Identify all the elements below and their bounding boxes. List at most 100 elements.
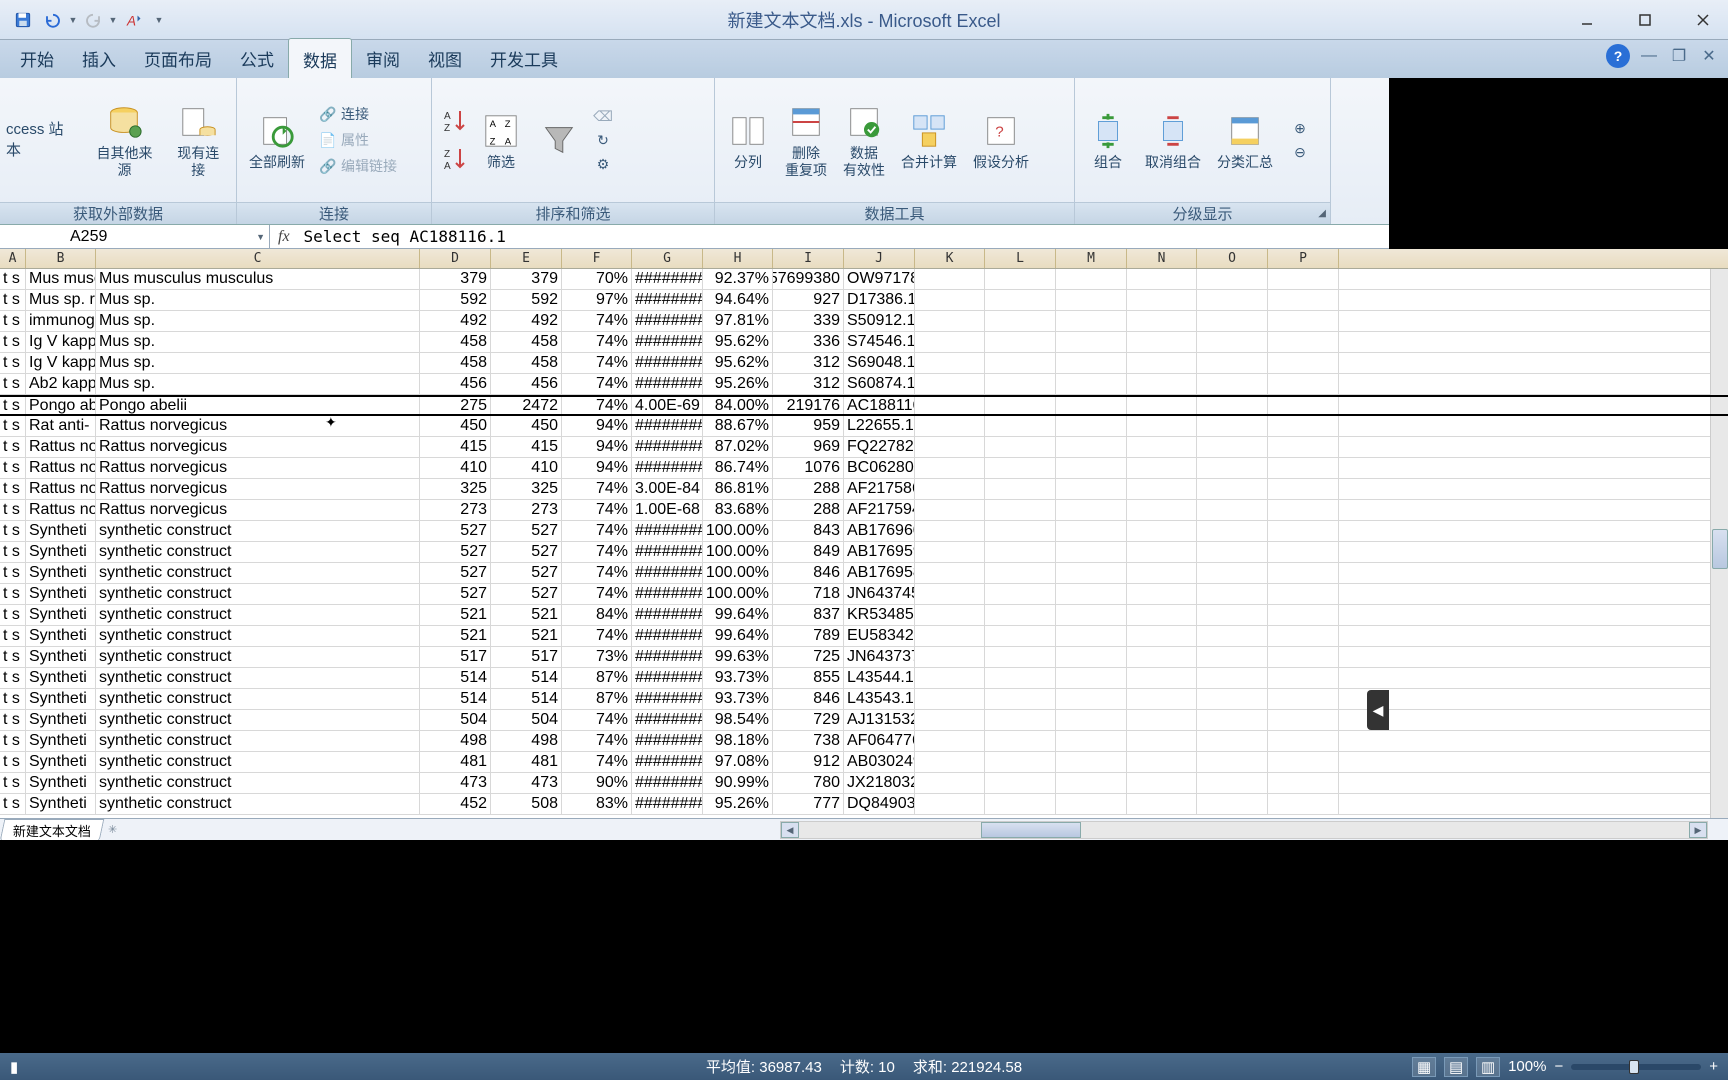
cell[interactable]: JN643745.1 [844,584,915,604]
existing-connections-button[interactable]: 现有连接 [167,97,230,183]
cell[interactable]: Rattus norvegicus [96,416,420,436]
cell[interactable] [1127,647,1197,667]
cell[interactable] [1056,710,1127,730]
cell[interactable] [1056,563,1127,583]
cell[interactable] [1197,710,1268,730]
cell[interactable]: 514 [420,689,491,709]
cell[interactable] [915,668,985,688]
cell[interactable] [985,710,1056,730]
cell[interactable]: Syntheti [26,542,96,562]
table-row[interactable]: t sRattus noRattus norvegicus27327374%1.… [0,500,1728,521]
cell[interactable]: AF064776.1 [844,731,915,751]
tab-审阅[interactable]: 审阅 [352,38,414,78]
cell[interactable] [1268,794,1339,814]
table-row[interactable]: t sPongo abPongo abelii275247274%4.00E-6… [0,395,1728,416]
cell[interactable]: 219176 [773,397,844,414]
cell[interactable]: synthetic construct [96,773,420,793]
cell[interactable]: 312 [773,374,844,394]
cell[interactable]: 780 [773,773,844,793]
cell[interactable] [1056,584,1127,604]
cell[interactable]: t s [0,542,26,562]
column-header-O[interactable]: O [1197,249,1268,268]
cell[interactable]: 379 [491,269,562,289]
cell[interactable]: Ig V kapp [26,332,96,352]
cell[interactable]: 4.00E-69 [632,397,703,414]
cell[interactable] [1268,416,1339,436]
cell[interactable]: 74% [562,731,632,751]
cell[interactable]: JX218032.1 [844,773,915,793]
cell[interactable] [1197,416,1268,436]
cell[interactable]: 517 [420,647,491,667]
sort-descending-button[interactable]: ZA [438,143,470,175]
cell[interactable]: 325 [491,479,562,499]
cell[interactable]: 74% [562,521,632,541]
cell[interactable] [1197,353,1268,373]
cell[interactable]: 514 [491,689,562,709]
table-row[interactable]: t sSynthetisynthetic construct51451487%#… [0,689,1728,710]
cell[interactable] [985,311,1056,331]
sort-button[interactable]: AZZA 筛选 [474,106,528,175]
cell[interactable]: 84% [562,605,632,625]
cell[interactable]: t s [0,521,26,541]
table-row[interactable]: t sSynthetisynthetic construct45250883%#… [0,794,1728,815]
cell[interactable] [1056,458,1127,478]
cell[interactable]: 527 [420,563,491,583]
namebox-dropdown-icon[interactable]: ▼ [256,232,265,242]
remove-duplicates-button[interactable]: 删除 重复项 [779,97,833,183]
cell[interactable]: t s [0,500,26,520]
scrollbar-thumb[interactable] [1712,529,1728,569]
cell[interactable]: synthetic construct [96,584,420,604]
table-row[interactable]: t sSynthetisynthetic construct52152184%#… [0,605,1728,626]
cell[interactable]: 98.18% [703,731,773,751]
cell[interactable]: t s [0,269,26,289]
cell[interactable]: Mus sp. [96,332,420,352]
cell[interactable] [915,710,985,730]
cell[interactable]: ######## [632,311,703,331]
cell[interactable]: 74% [562,752,632,772]
cell[interactable]: ######## [632,710,703,730]
page-break-view-icon[interactable]: ▥ [1476,1057,1500,1077]
cell[interactable]: 846 [773,563,844,583]
cell[interactable]: ######## [632,731,703,751]
cell[interactable] [1197,584,1268,604]
cell[interactable] [985,773,1056,793]
cell[interactable]: FQ227826.1 [844,437,915,457]
cell[interactable]: ######## [632,290,703,310]
cell[interactable] [1197,689,1268,709]
cell[interactable] [1127,290,1197,310]
cell[interactable] [1197,668,1268,688]
cell[interactable]: 456 [420,374,491,394]
cell[interactable]: 725 [773,647,844,667]
cell[interactable]: 94.64% [703,290,773,310]
cell[interactable]: t s [0,416,26,436]
cell[interactable]: 90.99% [703,773,773,793]
horizontal-scrollbar[interactable]: ◀ ▶ [780,821,1708,839]
tab-开始[interactable]: 开始 [6,38,68,78]
normal-view-icon[interactable]: ▦ [1412,1057,1436,1077]
cell[interactable]: 97.08% [703,752,773,772]
from-access-button[interactable]: ccess 站 本 [6,115,82,165]
cell[interactable] [1268,710,1339,730]
cell[interactable] [1268,353,1339,373]
cell[interactable] [1197,437,1268,457]
cell[interactable] [1056,290,1127,310]
cell[interactable] [985,563,1056,583]
cell[interactable]: Rattus no [26,479,96,499]
cell[interactable]: Rattus norvegicus [96,500,420,520]
from-other-sources-button[interactable]: 自其他来源 [86,97,162,183]
table-row[interactable]: t sSynthetisynthetic construct47347390%#… [0,773,1728,794]
cell[interactable]: EU583427.1 [844,626,915,646]
cell[interactable]: 74% [562,542,632,562]
column-header-C[interactable]: C [96,249,420,268]
cell[interactable]: Rattus no [26,500,96,520]
cell[interactable] [1056,374,1127,394]
hide-detail-button[interactable]: ⊖ [1287,141,1313,163]
cell[interactable] [985,521,1056,541]
cell[interactable] [1056,689,1127,709]
cell[interactable] [1127,458,1197,478]
cell[interactable] [1127,437,1197,457]
cell[interactable]: 273 [491,500,562,520]
column-header-I[interactable]: I [773,249,844,268]
cell[interactable]: L22655.1 [844,416,915,436]
cell[interactable] [985,416,1056,436]
